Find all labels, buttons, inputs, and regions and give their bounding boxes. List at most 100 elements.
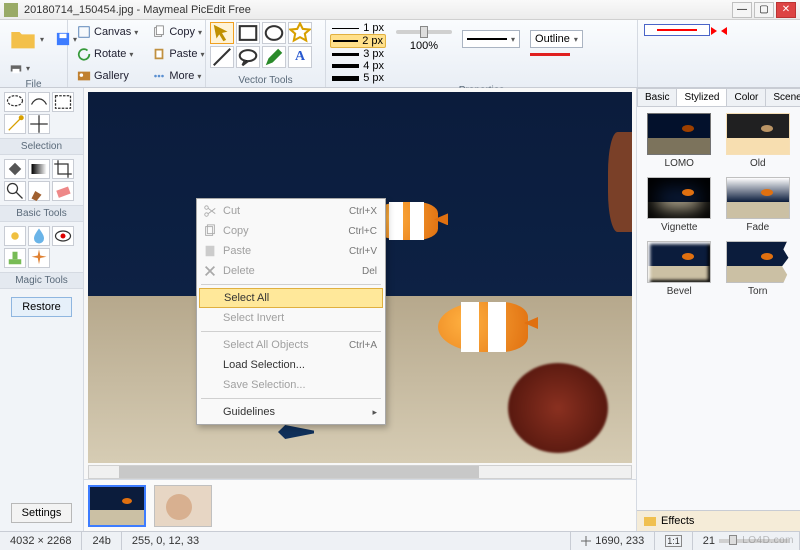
menu-delete[interactable]: DeleteDel [199, 261, 383, 281]
eraser-icon [53, 181, 73, 201]
gradient-tool[interactable] [28, 159, 50, 179]
print-button[interactable]: ▾ [4, 58, 35, 78]
copy-icon [152, 25, 166, 39]
open-button[interactable]: ▾ [4, 22, 49, 56]
stroke-width-list[interactable]: 1 px 2 px 3 px 4 px 5 px [330, 22, 386, 84]
star-icon [289, 22, 311, 44]
text-a-icon: A [295, 49, 305, 65]
thumbnail-2[interactable] [154, 485, 212, 527]
color-swatch[interactable] [530, 53, 570, 56]
effect-fade[interactable]: Fade [722, 177, 795, 233]
scissors-icon [203, 204, 217, 218]
window-title: 20180714_150454.jpg - Maymeal PicEdit Fr… [24, 4, 730, 16]
canvas-button[interactable]: Canvas▾ [72, 22, 143, 42]
more-button[interactable]: More▾ [147, 66, 209, 86]
droplet-icon [29, 226, 49, 246]
effect-old[interactable]: Old [722, 113, 795, 169]
menu-guidelines[interactable]: Guidelines [199, 402, 383, 422]
effect-bevel[interactable]: Bevel [643, 241, 716, 297]
outline-combo[interactable]: Outline▾ [530, 30, 583, 48]
menu-select-all[interactable]: Select All [199, 288, 383, 308]
effect-tool[interactable] [28, 248, 50, 268]
minimize-button[interactable]: — [732, 2, 752, 18]
effect-lomo[interactable]: LOMO [643, 113, 716, 169]
tab-color[interactable]: Color [726, 88, 766, 106]
printer-icon [9, 61, 23, 75]
menu-copy[interactable]: CopyCtrl+C [199, 221, 383, 241]
crop-icon [53, 159, 73, 179]
tab-stylized[interactable]: Stylized [676, 88, 727, 106]
brush-tool[interactable] [28, 181, 50, 201]
pencil-tool[interactable] [262, 46, 286, 68]
delete-icon [203, 264, 217, 278]
restore-button[interactable]: Restore [11, 297, 72, 317]
effect-torn[interactable]: Torn [722, 241, 795, 297]
redeye-icon [53, 226, 73, 246]
line-style-combo[interactable]: ▾ [462, 30, 520, 48]
menu-select-invert[interactable]: Select Invert [199, 308, 383, 328]
zoom-percent: 100% [410, 40, 438, 52]
tab-basic[interactable]: Basic [637, 88, 677, 106]
left-panel: Selection Basic Tools Magic Tools [0, 88, 84, 531]
ribbon: ▾ ▾ ▾ File Canvas▾ Rotate▾ Gallery Copy▾… [0, 20, 800, 88]
blur-tool[interactable] [28, 226, 50, 246]
status-fit[interactable]: 1:1 [655, 532, 693, 550]
thumbnail-1[interactable] [88, 485, 146, 527]
menu-load-selection[interactable]: Load Selection... [199, 355, 383, 375]
maximize-button[interactable]: ▢ [754, 2, 774, 18]
paste-button[interactable]: Paste▾ [147, 44, 209, 64]
lasso-icon [5, 92, 25, 112]
rectangle-icon [237, 22, 259, 44]
gradient-icon [29, 159, 49, 179]
canvas-icon [77, 25, 91, 39]
opacity-slider[interactable] [396, 30, 452, 34]
cursor-icon [211, 22, 233, 44]
brush-icon [29, 181, 49, 201]
lasso-tool[interactable] [4, 92, 26, 112]
status-dimensions: 4032 × 2268 [0, 532, 82, 550]
vector-select-tool[interactable] [210, 22, 234, 44]
paste-icon [203, 244, 217, 258]
freehand-tool[interactable] [28, 92, 50, 112]
menu-cut[interactable]: CutCtrl+X [199, 201, 383, 221]
line-tool[interactable] [210, 46, 234, 68]
horizontal-scrollbar[interactable] [88, 465, 632, 479]
brightness-tool[interactable] [4, 226, 26, 246]
group-vector-label: Vector Tools [210, 74, 321, 87]
speech-bubble-icon [237, 46, 259, 68]
rect-select-tool[interactable] [52, 92, 74, 112]
effects-footer[interactable]: Effects [637, 510, 800, 531]
tab-scene[interactable]: Scene [765, 88, 800, 106]
redeye-tool[interactable] [52, 226, 74, 246]
folder-open-icon [9, 25, 37, 53]
line-icon [211, 46, 233, 68]
menu-select-all-objects[interactable]: Select All ObjectsCtrl+A [199, 335, 383, 355]
rectangle-tool[interactable] [236, 22, 260, 44]
menu-paste[interactable]: PasteCtrl+V [199, 241, 383, 261]
titlebar: 20180714_150454.jpg - Maymeal PicEdit Fr… [0, 0, 800, 20]
settings-button[interactable]: Settings [11, 503, 73, 523]
move-tool[interactable] [28, 114, 50, 134]
copy-button[interactable]: Copy▾ [147, 22, 209, 42]
arrow-style-none[interactable] [644, 24, 710, 36]
fill-tool[interactable] [4, 159, 26, 179]
eraser-tool[interactable] [52, 181, 74, 201]
zoom-tool[interactable] [4, 181, 26, 201]
anemone-decoration [508, 363, 608, 453]
star-tool[interactable] [288, 22, 312, 44]
magic-tools-header: Magic Tools [0, 272, 83, 289]
right-panel: Basic Stylized Color Scene LOMO Old Vign… [636, 88, 800, 531]
more-icon [152, 69, 166, 83]
clone-tool[interactable] [4, 248, 26, 268]
close-button[interactable]: ✕ [776, 2, 796, 18]
crop-tool[interactable] [52, 159, 74, 179]
menu-save-selection[interactable]: Save Selection... [199, 375, 383, 395]
gallery-icon [77, 69, 91, 83]
effect-vignette[interactable]: Vignette [643, 177, 716, 233]
gallery-button[interactable]: Gallery [72, 66, 143, 86]
rotate-button[interactable]: Rotate▾ [72, 44, 143, 64]
speech-bubble-tool[interactable] [236, 46, 260, 68]
wand-tool[interactable] [4, 114, 26, 134]
text-tool[interactable]: A [288, 46, 312, 68]
ellipse-tool[interactable] [262, 22, 286, 44]
